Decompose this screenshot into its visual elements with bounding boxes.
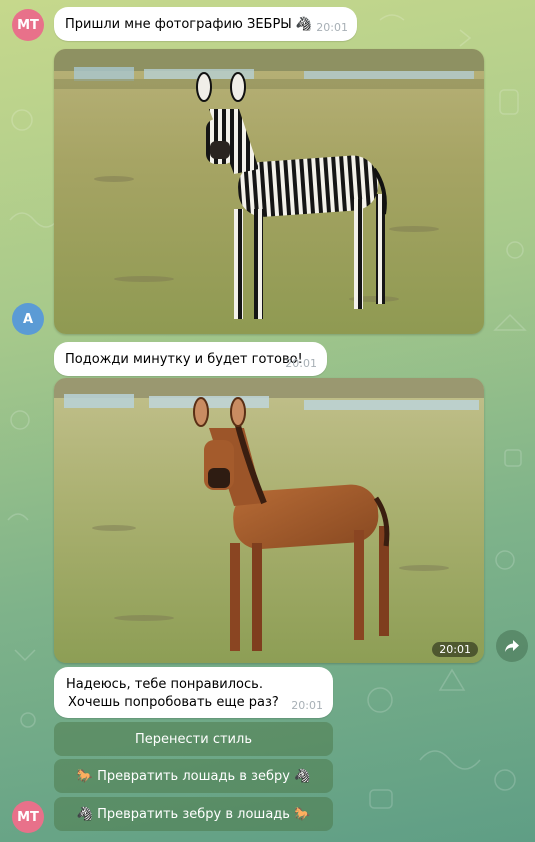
photo-time: 20:01 bbox=[432, 642, 478, 657]
zebra-to-horse-button[interactable]: 🦓 Превратить зебру в лошадь 🐎 bbox=[54, 797, 333, 831]
message-time: 20:01 bbox=[285, 357, 317, 370]
horse-icon: 🐎 bbox=[76, 768, 94, 784]
button-label: Превратить зебру в лошадь bbox=[97, 806, 290, 822]
message-request[interactable]: Пришли мне фотографию ЗЕБРЫ 🦓 20:01 bbox=[54, 7, 357, 41]
message-text: Подожди минутку и будет готово! bbox=[65, 352, 303, 367]
horse-icon: 🐎 bbox=[293, 806, 311, 822]
message-text: Пришли мне фотографию ЗЕБРЫ 🦓 bbox=[65, 17, 313, 32]
horse-image bbox=[54, 378, 484, 663]
message-text-line1: Надеюсь, тебе понравилось. bbox=[66, 677, 263, 692]
forward-arrow-icon bbox=[505, 640, 519, 652]
style-transfer-button[interactable]: Перенести стиль bbox=[54, 722, 333, 756]
zebra-icon: 🦓 bbox=[76, 806, 94, 822]
horse-to-zebra-button[interactable]: 🐎 Превратить лошадь в зебру 🦓 bbox=[54, 759, 333, 793]
message-time: 20:01 bbox=[291, 699, 323, 712]
zebra-image bbox=[54, 49, 484, 334]
user-avatar[interactable]: MT bbox=[12, 9, 44, 41]
message-wait[interactable]: Подожди минутку и будет готово! 20:01 bbox=[54, 342, 327, 376]
message-hope[interactable]: Надеюсь, тебе понравилось. Хочешь попроб… bbox=[54, 667, 333, 718]
result-photo[interactable]: 20:01 bbox=[54, 378, 484, 663]
message-text-line2: Хочешь попробовать еще раз? bbox=[68, 695, 279, 710]
zebra-photo[interactable] bbox=[54, 49, 484, 334]
bot-avatar[interactable]: A bbox=[12, 303, 44, 335]
button-label: Превратить лошадь в зебру bbox=[97, 768, 290, 784]
message-time: 20:01 bbox=[316, 21, 348, 34]
user-avatar-initials: MT bbox=[17, 17, 39, 33]
forward-button[interactable] bbox=[496, 630, 528, 662]
button-label: Перенести стиль bbox=[135, 731, 252, 747]
user-avatar[interactable]: MT bbox=[12, 801, 44, 833]
bot-avatar-initial: A bbox=[22, 311, 34, 327]
user-avatar-initials: MT bbox=[17, 809, 39, 825]
zebra-icon: 🦓 bbox=[293, 768, 311, 784]
